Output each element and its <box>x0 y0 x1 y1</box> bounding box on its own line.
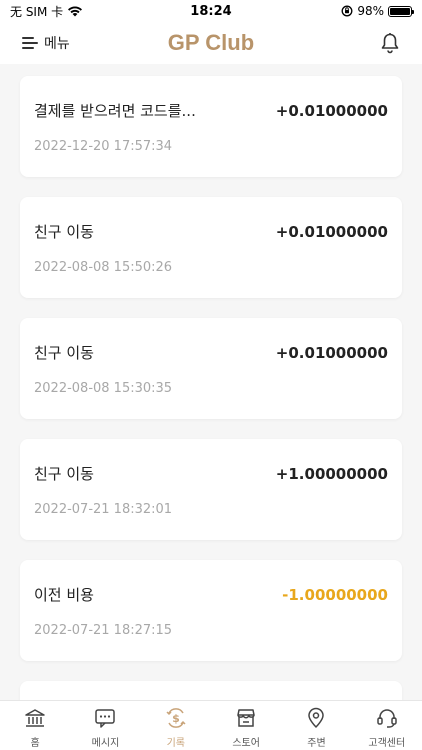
tab-bar: 홈 메시지 $ 기록 스토어 주변 고객센터 <box>0 700 422 750</box>
record-amount: +0.01000000 <box>275 343 388 362</box>
record-header: 친구 이동 +0.01000000 <box>34 221 388 242</box>
tab-label: 스토어 <box>232 738 260 749</box>
hamburger-icon <box>22 37 38 49</box>
record-amount: +0.01000000 <box>275 101 388 120</box>
record-card[interactable]: 이전 비용 -1.00000000 2022-07-21 18:27:15 <box>20 560 402 661</box>
record-header: 이전 비용 -1.00000000 <box>34 584 388 605</box>
record-date: 2022-07-21 18:27:15 <box>34 623 173 638</box>
record-amount: +1.00000000 <box>275 464 388 483</box>
svg-text:$: $ <box>172 712 180 725</box>
tab-bank[interactable]: 홈 <box>0 706 70 749</box>
record-title: 친구 이동 <box>34 344 94 362</box>
record-amount: -1.00000000 <box>282 585 388 604</box>
store-icon <box>237 709 255 727</box>
location-icon <box>308 707 325 728</box>
tab-label: 기록 <box>166 738 186 749</box>
tab-store[interactable]: 스토어 <box>211 706 281 749</box>
record-date: 2022-08-08 15:30:35 <box>34 381 173 396</box>
battery-percent: 98% <box>357 4 384 18</box>
record-card[interactable]: 결제를 받으려면 코드를... +0.01000000 2022-12-20 17:… <box>20 76 402 177</box>
record-header: 친구 이동 +0.01000000 <box>34 342 388 363</box>
tab-message[interactable]: 메시지 <box>70 706 140 749</box>
record-date: 2022-12-20 17:57:34 <box>34 139 173 154</box>
record-title: 결제를 받으려면 코드를... <box>34 102 196 120</box>
record-header: 결제를 받으려면 코드를... +0.01000000 <box>34 100 388 121</box>
orientation-lock-icon <box>341 5 353 17</box>
record-header: 친구 이동 +1.00000000 <box>34 463 388 484</box>
record-title: 친구 이동 <box>34 465 94 483</box>
battery-icon <box>388 5 414 17</box>
app-header: 메뉴 GP Club <box>0 22 422 64</box>
menu-button[interactable]: 메뉴 <box>22 33 70 53</box>
tab-label: 주변 <box>307 738 326 749</box>
status-bar: 无 SIM 卡 18:24 98% <box>0 0 422 22</box>
record-date: 2022-07-21 18:32:01 <box>34 502 173 517</box>
menu-label: 메뉴 <box>44 36 70 52</box>
tab-location[interactable]: 주변 <box>281 706 351 749</box>
record-card[interactable]: 친구 이동 +0.01000000 2022-08-08 15:30:35 <box>20 318 402 419</box>
carrier-text: 无 SIM 卡 <box>10 4 64 19</box>
record-title: 이전 비용 <box>34 586 94 604</box>
record-amount: +0.01000000 <box>275 222 388 241</box>
tab-headset[interactable]: 고객센터 <box>352 706 422 749</box>
status-right: 98% <box>341 4 414 18</box>
record-card[interactable]: 친구 이동 +0.01000000 2022-08-08 15:50:26 <box>20 197 402 298</box>
tab-label: 홈 <box>30 738 40 749</box>
headset-icon <box>377 709 397 728</box>
status-left: 无 SIM 卡 <box>10 3 83 20</box>
wifi-icon <box>68 6 83 17</box>
bank-icon <box>25 709 45 727</box>
tab-label: 메시지 <box>91 738 120 749</box>
bell-icon[interactable] <box>380 32 400 54</box>
record-date: 2022-08-08 15:50:26 <box>34 260 173 275</box>
tab-label: 고객센터 <box>368 738 406 749</box>
message-icon <box>95 709 116 728</box>
tab-dollar-refresh[interactable]: $ 기록 <box>141 706 211 749</box>
battery-fill <box>390 7 410 15</box>
record-card[interactable]: 친구 이동 +1.00000000 2022-07-21 18:32:01 <box>20 439 402 540</box>
record-card[interactable] <box>20 681 402 700</box>
records-list[interactable]: 결제를 받으려면 코드를... +0.01000000 2022-12-20 17:… <box>0 64 422 700</box>
dollar-refresh-icon: $ <box>166 708 186 728</box>
record-title: 친구 이동 <box>34 223 94 241</box>
